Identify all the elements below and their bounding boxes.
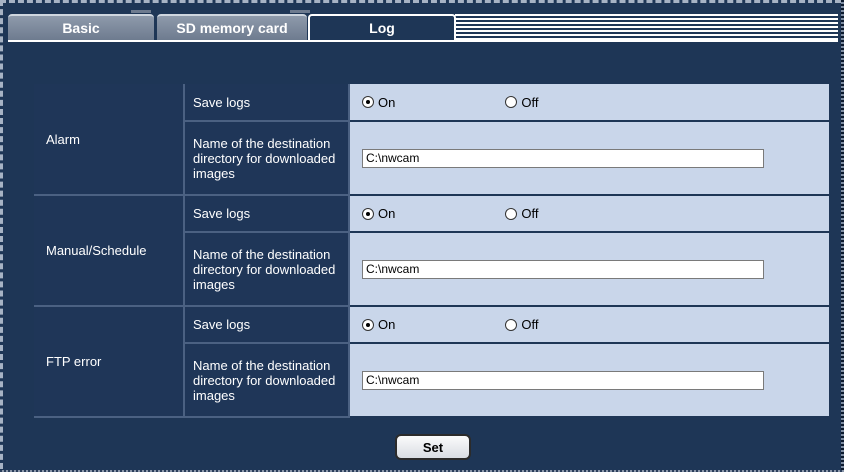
table-row: Manual/Schedule Save logs On Off xyxy=(34,195,829,307)
tab-sd-memory-card-label: SD memory card xyxy=(176,20,288,36)
destination-directory-label: Name of the destination directory for do… xyxy=(184,343,350,418)
destination-directory-label: Name of the destination directory for do… xyxy=(184,232,350,307)
tab-underline xyxy=(8,40,838,42)
radio-checked-icon[interactable] xyxy=(362,207,374,220)
ftp-save-logs-on-radio[interactable]: On xyxy=(362,317,395,332)
radio-on-label: On xyxy=(378,206,396,221)
save-logs-label: Save logs xyxy=(184,195,350,233)
manual-save-logs-off-radio[interactable]: Off xyxy=(505,206,538,221)
group-label-manual-schedule: Manual/Schedule xyxy=(34,195,185,307)
radio-on-label: On xyxy=(378,317,396,332)
destination-directory-label: Name of the destination directory for do… xyxy=(184,121,350,196)
log-settings-table: Alarm Save logs On Off Name of the desti… xyxy=(34,84,829,418)
alarm-save-logs-off-radio[interactable]: Off xyxy=(505,95,538,110)
save-logs-radio-group: On Off xyxy=(350,206,829,221)
set-button[interactable]: Set xyxy=(395,434,471,460)
tab-log[interactable]: Log xyxy=(308,14,456,40)
ftp-save-logs-off-radio[interactable]: Off xyxy=(505,317,538,332)
ftp-destination-directory-input[interactable] xyxy=(362,370,764,390)
alarm-save-logs-on-radio[interactable]: On xyxy=(362,95,395,110)
radio-off-label: Off xyxy=(521,94,539,110)
destination-directory-cell xyxy=(349,232,829,307)
tab-log-label: Log xyxy=(369,20,395,36)
radio-unchecked-icon[interactable] xyxy=(505,207,518,220)
save-logs-radio-group: On Off xyxy=(350,95,829,110)
save-logs-cell: On Off xyxy=(349,306,829,344)
tab-basic-label: Basic xyxy=(62,20,100,36)
radio-on-label: On xyxy=(378,94,396,110)
tab-bar-stripes xyxy=(455,14,838,40)
radio-checked-icon[interactable] xyxy=(362,96,374,108)
save-logs-radio-group: On Off xyxy=(350,317,829,332)
destination-directory-cell xyxy=(349,343,829,418)
destination-directory-cell xyxy=(349,121,829,196)
radio-checked-icon[interactable] xyxy=(362,318,374,331)
tab-bar: Basic SD memory card Log xyxy=(8,6,838,42)
save-logs-label: Save logs xyxy=(184,306,350,344)
table-row: Alarm Save logs On Off xyxy=(34,84,829,196)
save-logs-cell: On Off xyxy=(349,84,829,122)
manual-save-logs-on-radio[interactable]: On xyxy=(362,206,395,221)
group-label-alarm: Alarm xyxy=(34,84,185,196)
tab-sd-memory-card[interactable]: SD memory card xyxy=(157,14,307,40)
radio-off-label: Off xyxy=(521,317,539,332)
radio-unchecked-icon[interactable] xyxy=(505,318,518,331)
radio-off-label: Off xyxy=(521,206,539,221)
save-logs-cell: On Off xyxy=(349,195,829,233)
group-label-ftp-error: FTP error xyxy=(34,306,185,418)
table-row: FTP error Save logs On Off xyxy=(34,306,829,418)
alarm-destination-directory-input[interactable] xyxy=(362,148,764,168)
tab-basic[interactable]: Basic xyxy=(8,14,154,40)
manual-destination-directory-input[interactable] xyxy=(362,259,764,279)
radio-unchecked-icon[interactable] xyxy=(505,96,518,108)
save-logs-label: Save logs xyxy=(184,84,350,122)
